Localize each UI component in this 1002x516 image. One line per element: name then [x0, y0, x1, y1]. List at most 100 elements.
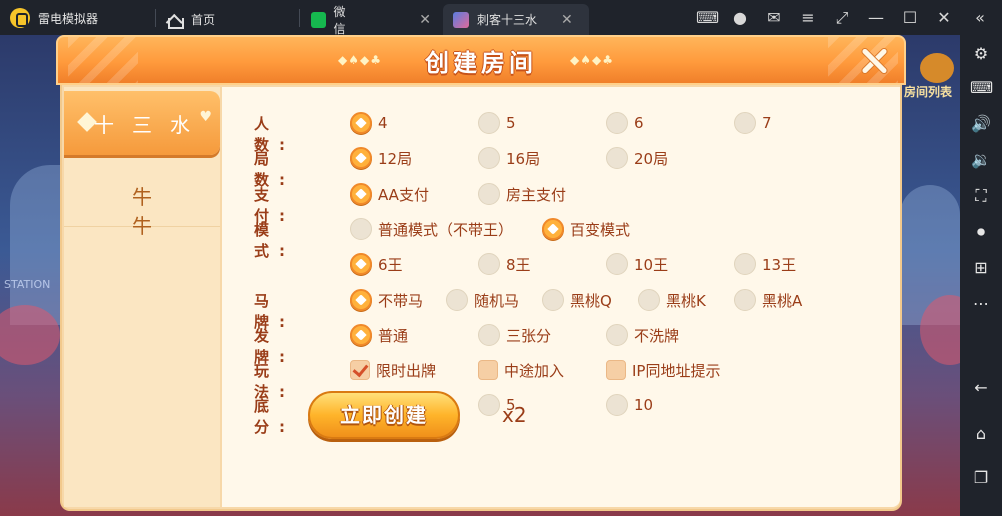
option-radio[interactable]: 8王 — [478, 252, 531, 276]
recent-apps-icon[interactable]: ❐ — [970, 467, 992, 489]
option-label: 5 — [506, 114, 516, 132]
volume-down-icon[interactable]: 🔉 — [970, 149, 992, 171]
create-room-button[interactable]: 立即创建 — [308, 391, 460, 439]
home-icon — [167, 12, 184, 29]
tab-label: 首页 — [191, 13, 216, 27]
radio-icon — [350, 147, 372, 169]
station-sign: STATION — [4, 278, 51, 291]
option-radio[interactable]: 4 — [350, 111, 388, 135]
radio-icon — [478, 147, 500, 169]
maximize-icon[interactable]: ☐ — [900, 8, 920, 28]
collapse-icon[interactable]: « — [970, 8, 990, 28]
option-label: 20局 — [634, 149, 669, 168]
option-radio[interactable]: 10王 — [606, 252, 668, 276]
option-label: 三张分 — [506, 326, 552, 345]
option-radio[interactable]: 10 — [606, 393, 653, 417]
option-label: 16局 — [506, 149, 541, 168]
radio-icon — [542, 289, 564, 311]
option-radio[interactable]: 12局 — [350, 146, 412, 170]
radio-icon — [606, 112, 628, 134]
option-label: 不洗牌 — [634, 326, 680, 345]
radio-icon — [478, 394, 500, 416]
room-list-label[interactable]: 房间列表 — [904, 83, 952, 100]
option-radio[interactable]: 房主支付 — [478, 182, 566, 206]
tab-home[interactable]: 首页 — [157, 4, 297, 35]
close-icon[interactable]: ✕ — [934, 8, 954, 28]
menu-icon[interactable]: ≡ — [798, 8, 818, 28]
dialog-header: ◆♠◆♣ 创建房间 ◆♠◆♣ — [56, 35, 906, 85]
option-checkbox[interactable]: 限时出牌 — [350, 358, 436, 382]
option-radio[interactable]: 普通模式（不带王） — [350, 217, 513, 241]
close-dialog-button[interactable] — [856, 43, 892, 79]
room-list-icon[interactable] — [920, 53, 954, 83]
option-radio[interactable]: 不带马 — [350, 288, 423, 312]
radio-icon — [638, 289, 660, 311]
account-icon[interactable]: ● — [730, 8, 750, 28]
option-radio[interactable]: 7 — [734, 111, 772, 135]
option-label: 随机马 — [474, 291, 520, 310]
option-label: 黑桃K — [666, 291, 706, 310]
dialog-body: 十三水 ♥ 牛牛 人 数: 4 5 6 7 局 数: 12局 16局 20局支 付: AA支付 房主… — [60, 85, 902, 511]
tab-close-icon[interactable]: ✕ — [419, 12, 431, 28]
radio-icon — [606, 324, 628, 346]
mail-icon[interactable]: ✉ — [764, 8, 784, 28]
radio-icon — [478, 253, 500, 275]
option-row: 人 数: 4 5 6 7 — [222, 111, 900, 154]
option-label: 中途加入 — [504, 361, 565, 380]
settings-icon[interactable]: ⚙ — [970, 43, 992, 65]
option-radio[interactable]: 黑桃K — [638, 288, 706, 312]
screenshot-icon[interactable]: ⛶ — [970, 185, 992, 207]
back-icon[interactable]: ← — [970, 377, 992, 399]
radio-icon — [446, 289, 468, 311]
game-tab-label: 牛牛 — [132, 185, 216, 238]
cost-multiplier: x2 — [502, 403, 527, 427]
game-tab-shisanshui[interactable]: 十三水 ♥ — [64, 91, 220, 155]
more-icon[interactable]: ⋯ — [970, 293, 992, 315]
option-radio[interactable]: 百变模式 — [542, 217, 630, 241]
tab-game[interactable]: 刺客十三水 ✕ — [443, 4, 589, 35]
option-radio[interactable]: 随机马 — [446, 288, 519, 312]
keyboard-icon[interactable]: ⌨ — [970, 77, 993, 99]
option-radio[interactable]: 黑桃A — [734, 288, 802, 312]
option-radio[interactable]: 三张分 — [478, 323, 551, 347]
record-icon[interactable]: ⏺ — [970, 221, 992, 243]
create-room-dialog: ◆♠◆♣ 创建房间 ◆♠◆♣ 十三水 ♥ 牛牛 人 数: 4 5 6 7 局 数: 12局 1… — [56, 35, 906, 513]
volume-up-icon[interactable]: 🔊 — [970, 113, 992, 135]
tab-wechat[interactable]: 微信 ✕ — [301, 4, 441, 36]
checkbox-icon — [350, 360, 370, 380]
radio-icon — [478, 112, 500, 134]
option-label: 普通 — [378, 326, 409, 345]
option-radio[interactable]: 16局 — [478, 146, 540, 170]
tab-close-icon[interactable]: ✕ — [561, 12, 573, 28]
option-radio[interactable]: 5 — [478, 111, 516, 135]
option-radio[interactable]: 20局 — [606, 146, 668, 170]
option-label: IP同地址提示 — [632, 361, 721, 380]
option-checkbox[interactable]: IP同地址提示 — [606, 358, 720, 382]
game-tab-label: 十三水 — [94, 113, 208, 137]
option-checkbox[interactable]: 中途加入 — [478, 358, 564, 382]
option-radio[interactable]: 13王 — [734, 252, 796, 276]
wechat-icon — [311, 11, 326, 28]
option-label: AA支付 — [378, 185, 429, 204]
option-radio[interactable]: 普通 — [350, 323, 408, 347]
minimize-icon[interactable]: — — [866, 8, 886, 28]
option-radio[interactable]: 6 — [606, 111, 644, 135]
option-radio[interactable]: AA支付 — [350, 182, 429, 206]
restore-icon[interactable]: ⤢ — [832, 8, 852, 28]
radio-icon — [478, 183, 500, 205]
option-radio[interactable]: 黑桃Q — [542, 288, 612, 312]
option-label: 不带马 — [378, 291, 424, 310]
option-label: 百变模式 — [570, 220, 631, 239]
game-tab-niuniu[interactable]: 牛牛 — [64, 163, 220, 238]
home-icon[interactable]: ⌂ — [970, 423, 992, 445]
option-radio[interactable]: 6王 — [350, 252, 403, 276]
radio-icon — [542, 218, 564, 240]
tab-separator — [155, 9, 156, 27]
option-label: 10 — [634, 396, 654, 414]
add-apk-icon[interactable]: ⊞ — [970, 257, 992, 279]
radio-icon — [734, 253, 756, 275]
radio-icon — [350, 289, 372, 311]
gamepad-icon[interactable]: ⌨ — [696, 8, 719, 28]
radio-icon — [350, 183, 372, 205]
option-radio[interactable]: 不洗牌 — [606, 323, 679, 347]
